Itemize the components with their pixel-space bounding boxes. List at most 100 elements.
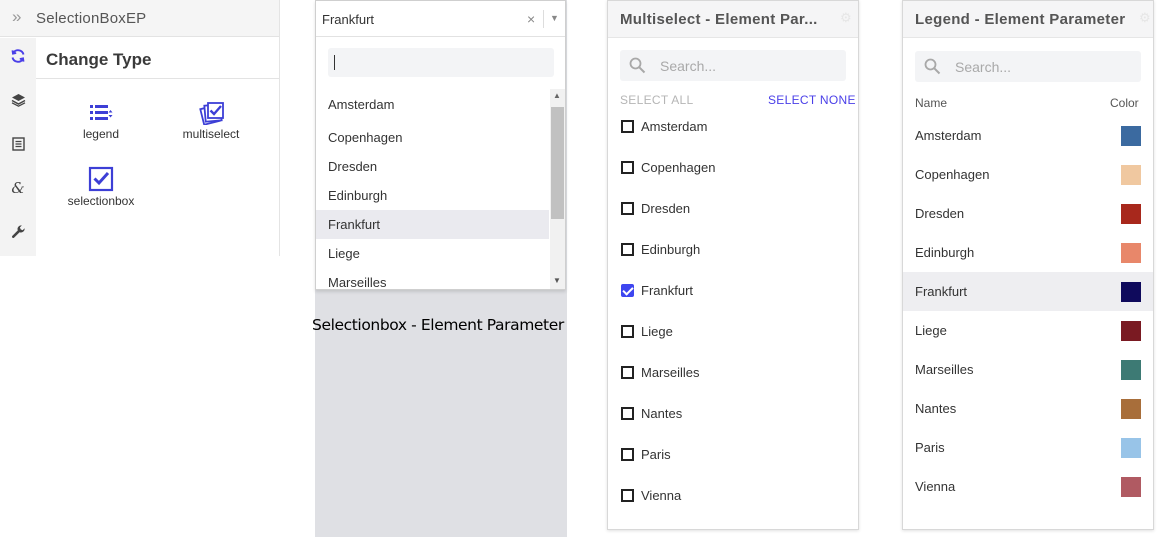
checkbox[interactable]: [621, 120, 634, 133]
option-label: Marseilles: [641, 365, 700, 380]
type-option-legend[interactable]: legend: [56, 101, 146, 141]
legend-row[interactable]: Copenhagen: [903, 155, 1153, 194]
multiselect-option[interactable]: Amsterdam: [620, 118, 846, 138]
multiselect-option[interactable]: Paris: [620, 446, 846, 466]
legend-search-input[interactable]: Search...: [915, 51, 1141, 82]
color-swatch: [1121, 126, 1141, 146]
dropdown-option[interactable]: Frankfurt: [316, 210, 549, 239]
checkbox[interactable]: [621, 161, 634, 174]
column-header-color: Color: [1110, 96, 1139, 110]
scroll-down-arrow-icon[interactable]: ▼: [553, 276, 561, 285]
checkbox[interactable]: [621, 202, 634, 215]
option-label: Dresden: [641, 201, 691, 216]
section-title: Change Type: [46, 50, 152, 69]
selectionbox-caption: Selectionbox - Element Parameter: [312, 316, 564, 334]
gear-icon[interactable]: ⚙: [840, 10, 852, 26]
option-label: Paris: [641, 447, 671, 462]
scroll-up-arrow-icon[interactable]: ▲: [553, 91, 561, 100]
legend-label: Liege: [915, 323, 947, 338]
refresh-icon[interactable]: [8, 46, 28, 66]
legend-label: Dresden: [915, 206, 965, 221]
multiselect-option[interactable]: Edinburgh: [620, 241, 846, 261]
editor-sidebar-rail: &: [0, 38, 36, 256]
multiselect-header: Multiselect - Element Par... ⚙: [608, 1, 858, 38]
legend-label: Nantes: [915, 401, 957, 416]
color-swatch: [1121, 438, 1141, 458]
checkbox[interactable]: [621, 243, 634, 256]
select-all-link[interactable]: SELECT ALL: [620, 93, 694, 107]
legend-row[interactable]: Vienna: [903, 467, 1153, 506]
dropdown-option[interactable]: Edinburgh: [316, 181, 549, 210]
select-none-link[interactable]: SELECT NONE: [768, 93, 856, 107]
options-scrollbar[interactable]: ▲ ▼: [550, 89, 565, 289]
multiselect-search-input[interactable]: Search...: [620, 50, 846, 81]
color-swatch: [1121, 360, 1141, 380]
dropdown-option[interactable]: Liege: [316, 239, 549, 268]
legend-row[interactable]: Marseilles: [903, 350, 1153, 389]
multiselect-option[interactable]: Dresden: [620, 200, 846, 220]
option-label: Liege: [641, 324, 673, 339]
document-icon[interactable]: [8, 134, 28, 154]
select-separator: [543, 10, 544, 28]
multiselect-option[interactable]: Nantes: [620, 405, 846, 425]
ampersand-icon[interactable]: &: [8, 178, 28, 198]
wrench-icon[interactable]: [8, 222, 28, 242]
option-label: Vienna: [641, 488, 682, 503]
element-name: SelectionBoxEP: [36, 10, 147, 27]
legend-label: Edinburgh: [915, 245, 975, 260]
selectionbox-select[interactable]: Frankfurt × ▼: [316, 1, 565, 37]
multiselect-option[interactable]: Liege: [620, 323, 846, 343]
legend-label: Vienna: [915, 479, 956, 494]
type-option-selectionbox[interactable]: selectionbox: [56, 166, 146, 208]
option-label: Frankfurt: [641, 283, 694, 298]
legend-row[interactable]: Frankfurt: [903, 272, 1153, 311]
multiselect-option[interactable]: Marseilles: [620, 364, 846, 384]
legend-row[interactable]: Nantes: [903, 389, 1153, 428]
multiselect-option[interactable]: Vienna: [620, 487, 846, 507]
section-divider: [36, 78, 279, 79]
checkbox-checked-icon: [88, 166, 114, 192]
search-placeholder: Search...: [660, 58, 717, 74]
legend-label: Copenhagen: [915, 167, 990, 182]
scrollbar-thumb[interactable]: [551, 107, 564, 219]
selectionbox-search-input[interactable]: [328, 48, 554, 77]
type-label: selectionbox: [67, 194, 135, 208]
chevron-down-icon[interactable]: ▼: [550, 13, 559, 23]
legend-header: Legend - Element Parameter ⚙: [903, 1, 1153, 38]
multiselect-option[interactable]: Frankfurt: [620, 282, 846, 302]
dropdown-option[interactable]: Marseilles: [316, 268, 549, 288]
checkbox-checked[interactable]: [621, 284, 634, 297]
checkbox[interactable]: [621, 489, 634, 502]
checkbox[interactable]: [621, 366, 634, 379]
color-swatch: [1121, 282, 1141, 302]
checkbox[interactable]: [621, 407, 634, 420]
selectionbox-options: Amsterdam Copenhagen Dresden Edinburgh Frank…: [316, 88, 549, 288]
legend-row[interactable]: Amsterdam: [903, 116, 1153, 155]
clear-icon[interactable]: ×: [527, 10, 535, 28]
option-label: Nantes: [641, 406, 683, 421]
layers-icon[interactable]: [8, 90, 28, 110]
legend-label: Marseilles: [915, 362, 974, 377]
dropdown-option[interactable]: Amsterdam: [316, 90, 549, 119]
legend-label: Amsterdam: [915, 128, 982, 143]
option-label: Edinburgh: [641, 242, 701, 257]
panel-title: Legend - Element Parameter: [915, 11, 1126, 28]
selected-value: Frankfurt: [322, 12, 375, 27]
option-label: Copenhagen: [641, 160, 716, 175]
checkbox[interactable]: [621, 448, 634, 461]
expand-chevron-icon[interactable]: »: [12, 8, 21, 26]
checkbox[interactable]: [621, 325, 634, 338]
dropdown-option[interactable]: Dresden: [316, 152, 549, 181]
legend-row[interactable]: Dresden: [903, 194, 1153, 233]
legend-label: Frankfurt: [915, 284, 968, 299]
legend-row[interactable]: Paris: [903, 428, 1153, 467]
multiselect-option[interactable]: Copenhagen: [620, 159, 846, 179]
option-label: Amsterdam: [641, 119, 708, 134]
gear-icon[interactable]: ⚙: [1139, 10, 1151, 26]
search-icon: [629, 57, 646, 74]
legend-row[interactable]: Edinburgh: [903, 233, 1153, 272]
dropdown-option[interactable]: Copenhagen: [316, 123, 549, 152]
type-option-multiselect[interactable]: multiselect: [166, 101, 256, 141]
color-swatch: [1121, 243, 1141, 263]
legend-row[interactable]: Liege: [903, 311, 1153, 350]
